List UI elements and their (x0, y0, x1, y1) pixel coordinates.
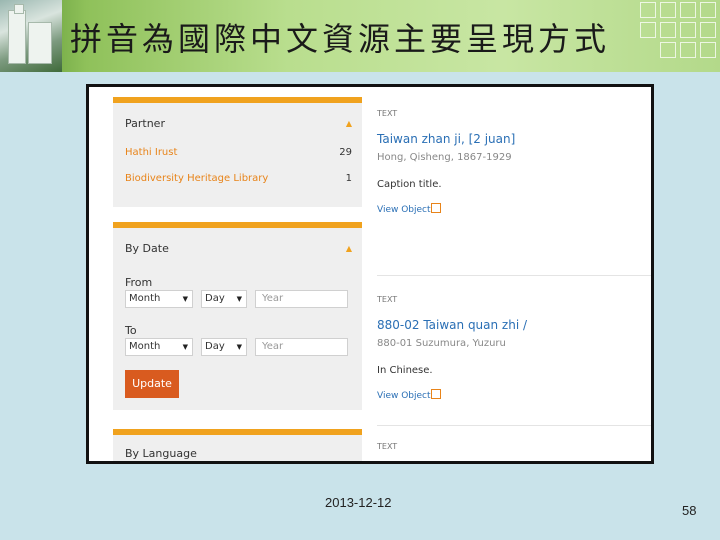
to-month-value: Month (129, 341, 161, 352)
screenshot-frame: Partner ▲ Hathi Irust 29 Biodiversity He… (86, 84, 654, 464)
partner-count: 29 (339, 147, 352, 158)
dropdown-arrow-icon: ▼ (182, 343, 188, 351)
panel-accent-bar (113, 222, 362, 228)
from-year-input[interactable]: Year (255, 290, 348, 308)
result-author: Hong, Qisheng, 1867-1929 (377, 152, 512, 163)
partner-link-bhl[interactable]: Biodiversity Heritage Library (125, 173, 268, 184)
slide-date: 2013-12-12 (325, 495, 392, 510)
view-object-link[interactable]: View Object (377, 391, 431, 401)
result-description: In Chinese. (377, 365, 433, 376)
from-day-select[interactable]: Day ▼ (201, 290, 247, 308)
title-banner: 拼音為國際中文資源主要呈現方式 (0, 0, 720, 72)
date-heading: By Date (125, 242, 169, 255)
language-filter-panel: By Language (113, 429, 362, 461)
dropdown-arrow-icon: ▼ (236, 295, 242, 303)
partner-link-hathitrust[interactable]: Hathi Irust (125, 147, 177, 158)
to-day-select[interactable]: Day ▼ (201, 338, 247, 356)
from-label: From (125, 276, 153, 289)
panel-accent-bar (113, 429, 362, 435)
partner-count: 1 (345, 173, 352, 184)
partner-heading: Partner (125, 117, 165, 130)
result-divider (377, 425, 651, 426)
result-title[interactable]: Taiwan zhan ji, [2 juan] (377, 132, 515, 146)
dropdown-arrow-icon: ▼ (236, 343, 242, 351)
partner-filter-panel: Partner ▲ Hathi Irust 29 Biodiversity He… (113, 97, 362, 207)
slide-title: 拼音為國際中文資源主要呈現方式 (70, 20, 611, 58)
result-type: TEXT (377, 295, 398, 304)
slide-page-number: 58 (682, 503, 697, 518)
to-label: To (125, 324, 137, 337)
external-link-icon[interactable] (431, 389, 441, 399)
to-day-value: Day (205, 341, 225, 352)
building-photo (0, 0, 62, 72)
panel-accent-bar (113, 97, 362, 103)
external-link-icon[interactable] (431, 203, 441, 213)
date-filter-panel: By Date ▲ From Month ▼ Day ▼ Year To Month… (113, 222, 362, 410)
result-description: Caption title. (377, 179, 442, 190)
from-month-value: Month (129, 293, 161, 304)
result-author: 880-01 Suzumura, Yuzuru (377, 338, 506, 349)
result-type: TEXT (377, 442, 398, 451)
decorative-grid (640, 2, 718, 58)
result-divider (377, 275, 651, 276)
to-month-select[interactable]: Month ▼ (125, 338, 193, 356)
to-year-input[interactable]: Year (255, 338, 348, 356)
from-month-select[interactable]: Month ▼ (125, 290, 193, 308)
result-type: TEXT (377, 109, 398, 118)
result-title[interactable]: 880-02 Taiwan quan zhi / (377, 318, 527, 332)
from-day-value: Day (205, 293, 225, 304)
language-heading: By Language (125, 447, 197, 460)
view-object-link[interactable]: View Object (377, 205, 431, 215)
dropdown-arrow-icon: ▼ (182, 295, 188, 303)
update-button[interactable]: Update (125, 370, 179, 398)
collapse-caret-icon[interactable]: ▲ (346, 244, 352, 253)
collapse-caret-icon[interactable]: ▲ (346, 119, 352, 128)
